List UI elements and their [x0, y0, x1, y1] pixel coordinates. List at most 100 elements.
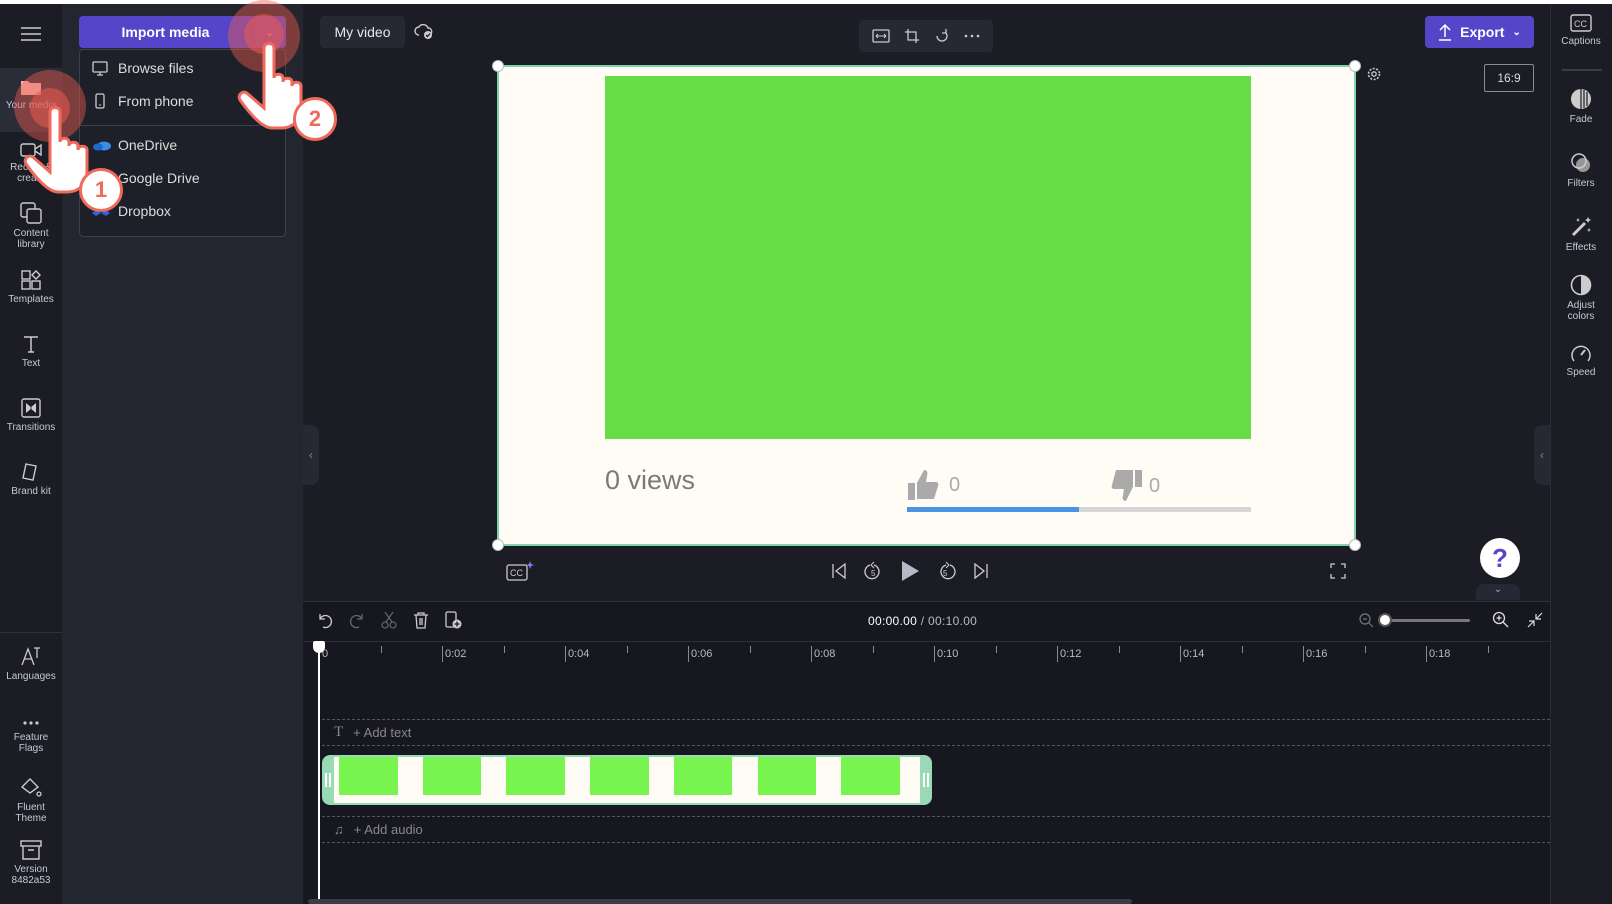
undo-icon[interactable] — [316, 611, 334, 629]
zoom-in-icon[interactable] — [1492, 611, 1510, 629]
ruler-divider — [303, 641, 1550, 642]
resize-handle[interactable] — [492, 60, 504, 72]
settings-gear-icon[interactable] — [1366, 66, 1382, 87]
menu-item-onedrive[interactable]: OneDrive — [80, 129, 285, 161]
right-panel — [1550, 4, 1612, 904]
clip-trim-handle-right[interactable] — [923, 773, 929, 787]
ruler-tick — [934, 646, 935, 662]
clip-frame — [752, 757, 837, 803]
collapse-right-panel-button[interactable]: ‹ — [1534, 425, 1550, 485]
collapse-left-panel-button[interactable]: ‹ — [303, 425, 319, 485]
step-badge: 2 — [293, 97, 337, 141]
ruler-label: 0:02 — [445, 648, 467, 660]
nav-templates[interactable]: Templates — [0, 260, 62, 324]
help-button[interactable]: ? — [1480, 538, 1520, 578]
fit-timeline-icon[interactable] — [1526, 611, 1544, 629]
panel-fade[interactable]: Fade — [1550, 88, 1612, 125]
nav-feature-flags[interactable]: Feature Flags — [0, 712, 62, 779]
playback-controls: 5 5 — [830, 560, 990, 582]
panel-speed[interactable]: Speed — [1550, 343, 1612, 378]
project-title-input[interactable]: My video — [320, 16, 405, 48]
ruler-minor-tick — [750, 646, 751, 653]
collapse-timeline-button[interactable]: ⌄ — [1476, 584, 1520, 600]
ruler-tick — [1057, 646, 1058, 662]
hamburger-menu-button[interactable] — [0, 4, 62, 64]
monitor-icon — [92, 60, 118, 76]
fade-icon — [1571, 89, 1591, 109]
crop-icon[interactable] — [904, 28, 920, 44]
ruler-label: 0:12 — [1060, 648, 1082, 660]
view-count: 0 views — [605, 465, 696, 495]
export-button[interactable]: Export ⌄ — [1425, 16, 1534, 48]
delete-icon[interactable] — [412, 611, 430, 629]
zoom-slider[interactable] — [1378, 612, 1470, 627]
nav-version[interactable]: Version 8482a53 — [0, 840, 62, 904]
ruler-minor-tick — [873, 646, 874, 653]
aspect-ratio-button[interactable]: 16:9 — [1484, 64, 1534, 92]
add-to-timeline-icon[interactable] — [444, 611, 462, 629]
timeline-scrollbar[interactable] — [308, 899, 1132, 904]
panel-captions[interactable]: CC Captions — [1550, 14, 1612, 47]
resize-handle[interactable] — [1349, 539, 1361, 551]
nav-fluent-theme[interactable]: Fluent Theme — [0, 776, 62, 843]
play-icon[interactable] — [900, 560, 920, 582]
clip-frame — [417, 757, 502, 803]
templates-icon — [21, 270, 41, 290]
clip-trim-handle-left[interactable] — [325, 773, 331, 787]
paint-bucket-icon — [20, 778, 42, 797]
rotate-icon[interactable] — [934, 28, 950, 44]
step-badge: 1 — [79, 168, 123, 212]
archive-icon — [20, 840, 42, 860]
fullscreen-icon[interactable] — [1330, 563, 1346, 584]
captions-icon: CC — [1570, 14, 1592, 32]
video-clip[interactable] — [322, 755, 932, 805]
nav-transitions[interactable]: Transitions — [0, 388, 62, 452]
skip-forward-icon[interactable] — [972, 562, 990, 580]
zoom-out-icon[interactable] — [1358, 612, 1374, 628]
resize-handle[interactable] — [1349, 60, 1361, 72]
nav-divider — [0, 632, 62, 633]
more-options-icon[interactable] — [964, 33, 980, 39]
timeline — [303, 601, 1550, 904]
zoom-slider-knob[interactable] — [1378, 612, 1392, 627]
effects-icon — [1571, 217, 1591, 237]
ruler-label: 0:10 — [937, 648, 959, 660]
ruler-tick — [688, 646, 689, 662]
playhead[interactable] — [318, 641, 320, 904]
brand-icon — [22, 463, 37, 481]
add-audio-track[interactable]: ♫ + Add audio — [322, 816, 1550, 843]
svg-text:5: 5 — [871, 569, 876, 578]
import-media-label: Import media — [121, 24, 210, 40]
nav-brand-kit[interactable]: Brand kit — [0, 452, 62, 516]
svg-text:CC: CC — [1574, 19, 1587, 29]
ruler-tick — [565, 646, 566, 662]
thumbs-down-icon — [1111, 470, 1142, 501]
nav-content-library[interactable]: Content library — [0, 196, 62, 260]
ruler-minor-tick — [996, 646, 997, 653]
rewind-5-icon[interactable]: 5 — [864, 561, 884, 581]
ruler-label: 0:06 — [691, 648, 713, 660]
panel-filters[interactable]: Filters — [1550, 152, 1612, 189]
forward-5-icon[interactable]: 5 — [936, 561, 956, 581]
scissors-icon[interactable] — [380, 611, 398, 629]
auto-captions-button[interactable]: CC — [506, 561, 534, 586]
skip-back-icon[interactable] — [830, 562, 848, 580]
nav-text[interactable]: Text — [0, 324, 62, 388]
redo-icon[interactable] — [348, 611, 366, 629]
thumbs-up-icon — [908, 470, 939, 500]
fit-icon[interactable] — [872, 28, 890, 44]
timeline-toolbar — [316, 611, 462, 629]
speed-icon — [1571, 345, 1591, 362]
like-ratio-bar — [907, 507, 1251, 512]
clip-frame — [836, 757, 921, 803]
video-preview[interactable]: 0 views 0 0 — [492, 60, 1361, 551]
panel-adjust-colors[interactable]: Adjust colors — [1550, 274, 1612, 322]
upload-icon — [1439, 23, 1452, 41]
nav-languages[interactable]: Languages — [0, 645, 62, 712]
add-text-track[interactable]: T + Add text — [322, 719, 1550, 746]
resize-handle[interactable] — [492, 539, 504, 551]
panel-effects[interactable]: Effects — [1550, 216, 1612, 253]
ruler-label: 0:14 — [1183, 648, 1205, 660]
ruler-minor-tick — [1488, 646, 1489, 653]
languages-icon — [21, 647, 40, 666]
